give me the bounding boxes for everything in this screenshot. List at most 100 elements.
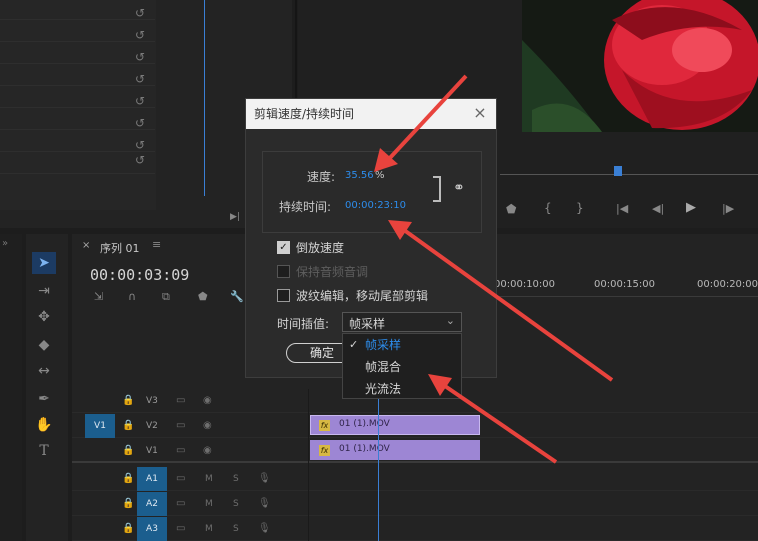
add-marker-icon[interactable]: ⬟ [198,290,208,303]
speed-value[interactable]: 35.56 [345,170,374,181]
lock-icon[interactable]: 🔒 [122,395,134,406]
hand-tool-icon[interactable]: ✋ [32,414,56,436]
reset-icon[interactable]: ↺ [132,6,148,20]
video-clip[interactable]: fx 01 (1).MOV [310,415,480,435]
rose-image [522,0,758,132]
eye-icon[interactable]: ◉ [203,420,212,431]
link-chain-icon[interactable]: ⚭ [453,180,465,196]
type-tool-icon[interactable]: T [32,440,56,462]
reverse-speed-checkbox[interactable]: ✓ [277,241,290,254]
add-marker-icon[interactable]: ⬟ [506,202,516,216]
slip-tool-icon[interactable]: ↔ [32,360,56,382]
solo-button[interactable]: S [233,499,239,509]
microphone-icon[interactable]: 🎙 [258,523,271,534]
reset-icon[interactable]: ↺ [132,116,148,130]
track-label-a2[interactable]: A2 [137,492,167,516]
sync-lock-icon[interactable]: ▭ [176,445,185,456]
monitor-timebar[interactable] [500,174,758,175]
sync-lock-icon[interactable]: ▭ [176,420,185,431]
lock-icon[interactable]: 🔒 [122,445,134,456]
keep-audio-pitch-checkbox [277,265,290,278]
ripple-edit-icon[interactable]: ✥ [32,306,56,328]
ruler-tick-label: 00:00:10:00 [494,279,556,290]
track-label-a3[interactable]: A3 [137,517,167,541]
eye-icon[interactable]: ◉ [203,395,212,406]
track-select-icon[interactable]: ⇥ [32,280,56,302]
razor-tool-icon[interactable]: ◆ [32,334,56,356]
lock-icon[interactable]: 🔒 [122,523,134,534]
snap-icon[interactable]: ∩ [128,290,136,303]
play-icon[interactable]: ▶ [686,200,696,215]
left-edge-panel [0,234,22,541]
step-back-icon[interactable]: ◀| [652,202,664,215]
microphone-icon[interactable]: 🎙 [258,473,271,484]
chevron-down-icon: ⌄ [445,314,455,327]
source-patch-v1[interactable]: V1 [85,414,115,438]
microphone-icon[interactable]: 🎙 [258,498,271,509]
sync-lock-icon[interactable]: ▭ [176,498,185,509]
track-row-a1 [72,467,758,491]
dialog-title: 剪辑速度/持续时间 [246,99,496,129]
speed-label: 速度: [307,170,336,184]
lock-icon[interactable]: 🔒 [122,498,134,509]
nest-icon[interactable]: ⇲ [94,290,103,303]
fx-badge[interactable]: fx [319,420,330,431]
sequence-tab[interactable]: 序列 01 [100,240,140,256]
monitor-playhead[interactable] [614,166,622,176]
tab-menu-icon[interactable]: ≡ [152,238,161,251]
play-small-icon[interactable]: ▶| [230,212,240,222]
duration-value[interactable]: 00:00:23:10 [345,200,406,211]
reset-icon[interactable]: ↺ [132,138,148,152]
track-row-a3 [72,517,758,541]
close-tab-icon[interactable]: × [82,240,90,251]
mark-in-icon[interactable]: { [544,201,552,215]
mini-timeline-playhead[interactable] [204,0,205,196]
linked-selection-icon[interactable]: ⧉ [162,290,170,304]
expand-panels-icon[interactable]: » [2,238,8,249]
sync-lock-icon[interactable]: ▭ [176,523,185,534]
selection-tool-icon[interactable]: ➤ [32,252,56,274]
sequence-timecode[interactable]: 00:00:03:09 [90,266,189,284]
menu-item-frame-sampling[interactable]: ✓ 帧采样 [343,334,461,356]
menu-item-optical-flow[interactable]: 光流法 [343,378,461,400]
lock-icon[interactable]: 🔒 [122,420,134,431]
video-clip[interactable]: fx 01 (1).MOV [310,440,480,460]
reset-icon[interactable]: ↺ [132,94,148,108]
close-icon[interactable]: × [472,104,488,122]
reset-icon[interactable]: ↺ [132,72,148,86]
check-icon: ✓ [349,338,359,351]
reset-icon[interactable]: ↺ [132,153,148,167]
mute-button[interactable]: M [205,474,213,484]
step-forward-icon[interactable]: |▶ [722,202,734,215]
time-interpolation-select[interactable]: 帧采样 ⌄ [342,312,462,332]
pen-tool-icon[interactable]: ✒ [32,388,56,410]
track-row-a2 [72,492,758,516]
track-label-v3[interactable]: V3 [146,396,158,406]
mark-out-icon[interactable]: } [576,201,584,215]
ripple-edit-label: 波纹编辑，移动尾部剪辑 [296,289,429,303]
menu-item-frame-blending[interactable]: 帧混合 [343,356,461,378]
video-frame-rose [522,0,758,132]
ruler-tick-label: 00:00:20:00 [697,279,758,290]
track-label-v2[interactable]: V2 [146,421,158,431]
go-to-in-icon[interactable]: |◀ [616,202,628,215]
mute-button[interactable]: M [205,499,213,509]
reset-icon[interactable]: ↺ [132,28,148,42]
clip-name: 01 (1).MOV [339,444,390,454]
solo-button[interactable]: S [233,474,239,484]
reset-icon[interactable]: ↺ [132,50,148,64]
track-header-divider [308,389,309,541]
sync-lock-icon[interactable]: ▭ [176,395,185,406]
lock-icon[interactable]: 🔒 [122,473,134,484]
track-label-v1[interactable]: V1 [146,446,158,456]
solo-button[interactable]: S [233,524,239,534]
time-interpolation-label: 时间插值: [277,317,330,331]
track-label-a1[interactable]: A1 [137,467,167,491]
mute-button[interactable]: M [205,524,213,534]
ripple-edit-checkbox[interactable] [277,289,290,302]
sync-lock-icon[interactable]: ▭ [176,473,185,484]
eye-icon[interactable]: ◉ [203,445,212,456]
time-interpolation-value: 帧采样 [349,317,386,331]
fx-badge[interactable]: fx [319,445,330,456]
settings-wrench-icon[interactable]: 🔧 [230,290,244,303]
